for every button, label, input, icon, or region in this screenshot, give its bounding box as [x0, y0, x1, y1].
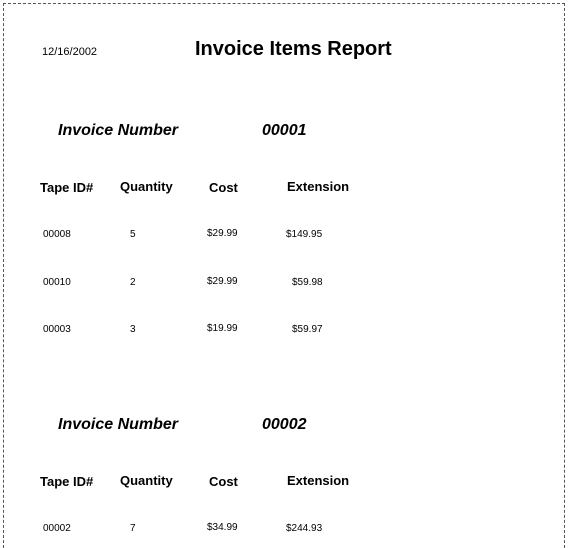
cell-quantity: 3	[130, 324, 136, 335]
column-header-tape-id: Tape ID#	[40, 474, 94, 489]
invoice-number-value: 00001	[262, 122, 307, 139]
cell-extension: $59.98	[292, 277, 323, 288]
cell-tape-id: 00003	[43, 324, 71, 335]
cell-extension: $149.95	[286, 229, 323, 240]
cell-quantity: 5	[130, 229, 136, 240]
invoice-number-value: 00002	[262, 416, 307, 433]
column-header-extension: Extension	[287, 473, 350, 488]
report-title: Invoice Items Report	[195, 38, 392, 60]
column-header-quantity: Quantity	[120, 179, 173, 194]
cell-tape-id: 00010	[43, 277, 71, 288]
report-date: 12/16/2002	[42, 46, 98, 58]
column-header-quantity: Quantity	[120, 473, 173, 488]
cell-cost: $29.99	[207, 276, 238, 287]
invoice-number-label: Invoice Number	[58, 416, 179, 433]
column-header-cost: Cost	[209, 180, 238, 195]
cell-extension: $59.97	[292, 324, 323, 335]
column-header-extension: Extension	[287, 179, 350, 194]
cell-tape-id: 00008	[43, 229, 71, 240]
cell-cost: $19.99	[207, 323, 238, 334]
cell-quantity: 7	[130, 523, 136, 534]
cell-tape-id: 00002	[43, 523, 71, 534]
cell-quantity: 2	[130, 277, 136, 288]
invoice-number-label: Invoice Number	[58, 122, 179, 139]
cell-cost: $34.99	[207, 522, 238, 533]
cell-cost: $29.99	[207, 228, 238, 239]
column-header-cost: Cost	[209, 474, 238, 489]
column-header-tape-id: Tape ID#	[40, 180, 94, 195]
report-page	[3, 3, 565, 548]
cell-extension: $244.93	[286, 523, 323, 534]
